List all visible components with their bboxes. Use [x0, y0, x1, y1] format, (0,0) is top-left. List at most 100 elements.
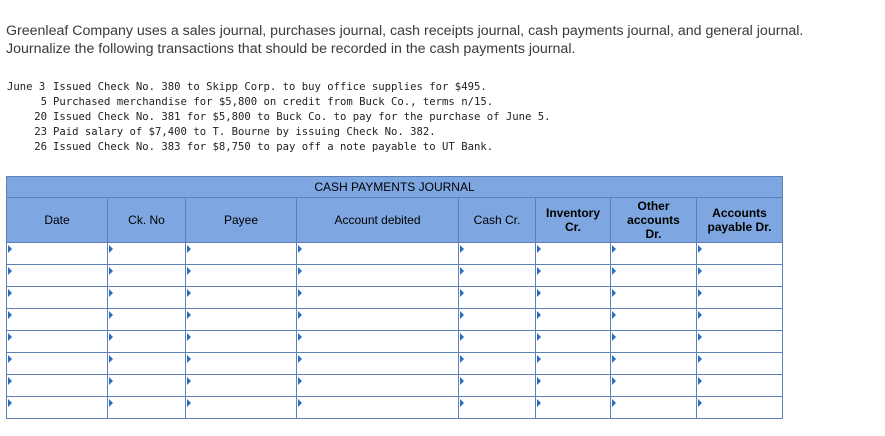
journal-input-account-debited[interactable] [297, 309, 458, 330]
journal-input-ck-no[interactable] [108, 353, 185, 374]
journal-input-cash-cr[interactable] [459, 331, 535, 352]
journal-row [6, 308, 783, 331]
cell-marker-icon [460, 377, 464, 385]
journal-input-inventory-cr[interactable] [536, 243, 610, 264]
journal-input-accounts-payable-dr[interactable] [697, 331, 782, 352]
journal-row [6, 330, 783, 353]
journal-input-inventory-cr[interactable] [536, 331, 610, 352]
journal-input-ck-no[interactable] [108, 309, 185, 330]
journal-input-ck-no[interactable] [108, 397, 185, 418]
journal-input-inventory-cr[interactable] [536, 397, 610, 418]
journal-input-payee[interactable] [186, 331, 296, 352]
journal-input-other-accounts-dr[interactable] [611, 309, 696, 330]
journal-cell-account-debited [296, 242, 459, 265]
cell-marker-icon [537, 333, 541, 341]
journal-input-date[interactable] [7, 243, 107, 264]
journal-input-account-debited[interactable] [297, 243, 458, 264]
journal-input-accounts-payable-dr[interactable] [697, 243, 782, 264]
journal-cell-date [6, 308, 108, 331]
journal-input-other-accounts-dr[interactable] [611, 243, 696, 264]
journal-input-payee[interactable] [186, 243, 296, 264]
journal-input-ck-no[interactable] [108, 375, 185, 396]
cell-marker-icon [8, 289, 12, 297]
journal-cell-inventory-cr [535, 308, 611, 331]
transaction-text: Issued Check No. 381 for $5,800 to Buck … [53, 111, 551, 123]
journal-cell-ck-no [107, 264, 186, 287]
journal-input-date[interactable] [7, 331, 107, 352]
journal-input-inventory-cr[interactable] [536, 353, 610, 374]
journal-input-other-accounts-dr[interactable] [611, 353, 696, 374]
journal-cell-other-accounts-dr [610, 352, 697, 375]
journal-input-accounts-payable-dr[interactable] [697, 397, 782, 418]
cell-marker-icon [8, 333, 12, 341]
journal-input-ck-no[interactable] [108, 265, 185, 286]
journal-input-inventory-cr[interactable] [536, 265, 610, 286]
journal-input-date[interactable] [7, 353, 107, 374]
journal-input-ck-no[interactable] [108, 243, 185, 264]
column-header-other-accounts-dr: Other accounts Dr. [610, 197, 697, 243]
journal-input-payee[interactable] [186, 353, 296, 374]
journal-input-inventory-cr[interactable] [536, 287, 610, 308]
journal-input-cash-cr[interactable] [459, 243, 535, 264]
journal-input-payee[interactable] [186, 375, 296, 396]
cell-marker-icon [698, 377, 702, 385]
transaction-date: 26 [34, 141, 47, 153]
journal-input-date[interactable] [7, 287, 107, 308]
journal-input-cash-cr[interactable] [459, 309, 535, 330]
journal-input-cash-cr[interactable] [459, 397, 535, 418]
journal-input-date[interactable] [7, 375, 107, 396]
journal-input-inventory-cr[interactable] [536, 375, 610, 396]
journal-input-account-debited[interactable] [297, 331, 458, 352]
journal-input-date[interactable] [7, 397, 107, 418]
journal-input-other-accounts-dr[interactable] [611, 397, 696, 418]
journal-input-other-accounts-dr[interactable] [611, 331, 696, 352]
journal-input-accounts-payable-dr[interactable] [697, 287, 782, 308]
journal-input-payee[interactable] [186, 265, 296, 286]
journal-input-other-accounts-dr[interactable] [611, 265, 696, 286]
journal-cell-other-accounts-dr [610, 396, 697, 419]
journal-input-account-debited[interactable] [297, 265, 458, 286]
journal-input-ck-no[interactable] [108, 331, 185, 352]
journal-input-account-debited[interactable] [297, 353, 458, 374]
journal-cell-other-accounts-dr [610, 286, 697, 309]
journal-input-accounts-payable-dr[interactable] [697, 265, 782, 286]
transaction-date: 23 [34, 126, 47, 138]
cell-marker-icon [8, 245, 12, 253]
journal-input-cash-cr[interactable] [459, 375, 535, 396]
journal-cell-cash-cr [458, 396, 536, 419]
journal-cell-cash-cr [458, 330, 536, 353]
cell-marker-icon [187, 333, 191, 341]
journal-cell-other-accounts-dr [610, 308, 697, 331]
journal-input-accounts-payable-dr[interactable] [697, 375, 782, 396]
journal-input-account-debited[interactable] [297, 287, 458, 308]
cell-marker-icon [612, 289, 616, 297]
journal-input-account-debited[interactable] [297, 397, 458, 418]
journal-input-other-accounts-dr[interactable] [611, 287, 696, 308]
cell-marker-icon [187, 399, 191, 407]
journal-cell-date [6, 264, 108, 287]
journal-input-cash-cr[interactable] [459, 287, 535, 308]
journal-input-ck-no[interactable] [108, 287, 185, 308]
journal-input-accounts-payable-dr[interactable] [697, 309, 782, 330]
journal-input-cash-cr[interactable] [459, 265, 535, 286]
journal-input-cash-cr[interactable] [459, 353, 535, 374]
journal-input-date[interactable] [7, 309, 107, 330]
cell-marker-icon [537, 399, 541, 407]
journal-input-payee[interactable] [186, 309, 296, 330]
journal-input-inventory-cr[interactable] [536, 309, 610, 330]
journal-input-other-accounts-dr[interactable] [611, 375, 696, 396]
column-header-cash-cr: Cash Cr. [458, 197, 536, 243]
journal-cell-payee [185, 242, 297, 265]
cell-marker-icon [187, 377, 191, 385]
journal-cell-date [6, 286, 108, 309]
journal-cell-accounts-payable-dr [696, 286, 783, 309]
journal-cell-accounts-payable-dr [696, 264, 783, 287]
transaction-date: June 3 [7, 81, 46, 93]
journal-input-payee[interactable] [186, 397, 296, 418]
journal-input-accounts-payable-dr[interactable] [697, 353, 782, 374]
journal-input-payee[interactable] [186, 287, 296, 308]
journal-input-date[interactable] [7, 265, 107, 286]
journal-input-account-debited[interactable] [297, 375, 458, 396]
cell-marker-icon [109, 355, 113, 363]
cell-marker-icon [109, 289, 113, 297]
